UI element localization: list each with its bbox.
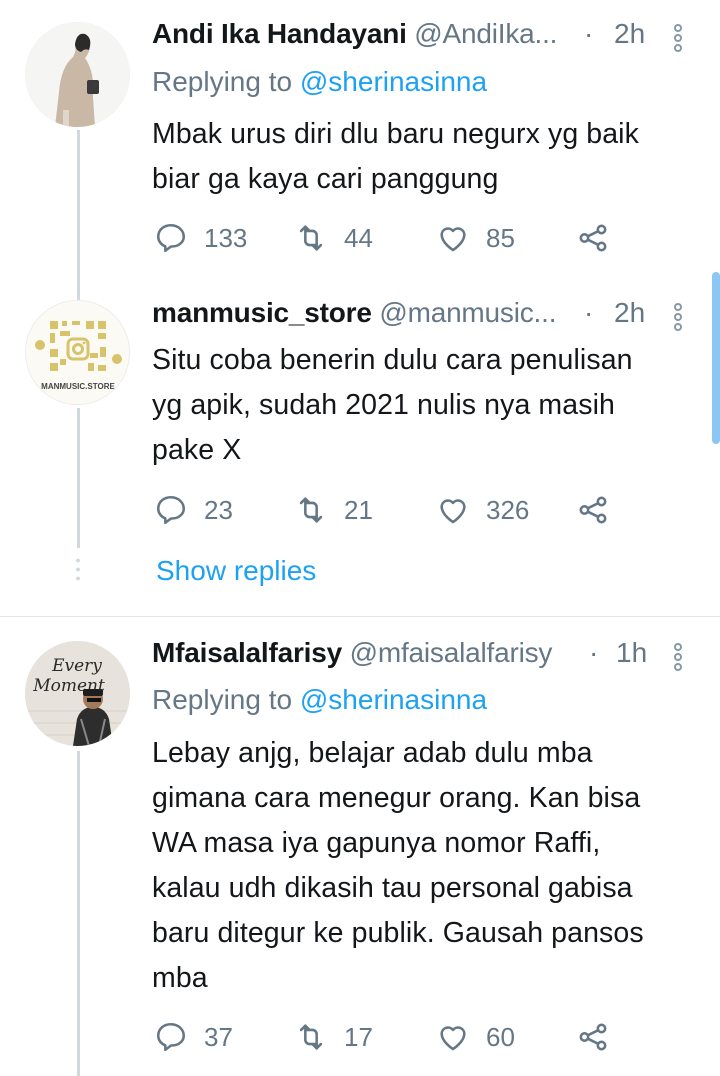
retweet-icon [299,1024,323,1050]
handle: @mfaisalalfarisy [349,637,553,668]
avatar[interactable] [25,22,130,127]
retweet-icon [299,497,323,523]
retweet-count: 44 [344,222,373,253]
like-button[interactable]: 60 [436,1017,515,1057]
scrollbar[interactable] [712,272,720,444]
thread-line [77,751,80,1076]
thread-line [77,130,80,272]
thread-line [77,272,80,300]
share-icon [579,224,607,252]
tweet-actions: 23 21 326 [152,490,652,530]
reply-count: 133 [204,222,248,253]
more-icon[interactable] [674,643,684,673]
tweet-actions: 133 44 85 [152,218,652,258]
reply-icon [156,1022,186,1052]
tweet-3[interactable]: Every Moment Mfaisalalfarisy @mfaisalalf… [0,617,720,1076]
reply-count: 23 [204,494,233,525]
retweet-count: 21 [344,494,373,525]
tweet-1[interactable]: Andi Ika Handayani @AndiIka... · 2h Repl… [0,0,720,272]
avatar-caption: Every [51,656,102,676]
handle: @manmusic... [379,297,557,328]
reply-button[interactable]: 23 [154,490,233,530]
retweet-button[interactable]: 17 [294,1017,373,1057]
tweet-header: manmusic_store @manmusic... · 2h [152,297,682,337]
like-count: 326 [486,494,530,525]
reply-icon [156,223,186,253]
show-replies-link[interactable]: Show replies [156,555,316,587]
timestamp[interactable]: 2h [614,297,645,329]
retweet-icon [299,225,323,251]
like-icon [440,1026,466,1051]
reply-count: 37 [204,1021,233,1052]
like-count: 85 [486,222,515,253]
like-button[interactable]: 326 [436,490,529,530]
retweet-button[interactable]: 21 [294,490,373,530]
more-icon[interactable] [674,303,684,333]
share-icon [579,1023,607,1051]
share-button[interactable] [576,218,610,258]
separator-dot: · [584,297,594,328]
tweet-text: Mbak urus diri dlu baru negurx yg baik b… [152,118,639,195]
like-icon [440,499,466,524]
avatar-caption: MANMUSIC.STORE [41,382,115,391]
reply-icon [156,495,186,525]
tweet-text: Lebay anjg, belajar adab dulu mba gimana… [152,737,644,994]
share-icon [579,496,607,524]
tweet-header: Mfaisalalfarisy @mfaisalalfarisy · 1h [152,637,682,677]
tweet-actions: 37 17 60 [152,1017,652,1057]
thread-line [77,408,80,548]
replying-to: Replying to @sherinasinna [152,684,488,715]
avatar[interactable]: Every Moment [25,641,130,746]
tweet-2[interactable]: MANMUSIC.STORE manmusic_store @manmusic.… [0,272,720,616]
display-name[interactable]: Mfaisalalfarisy @mfaisalalfarisy [152,637,552,669]
retweet-button[interactable]: 44 [294,218,373,258]
replying-to: Replying to @sherinasinna [152,66,488,97]
mention-link[interactable]: @sherinasinna [300,684,487,715]
reply-button[interactable]: 37 [154,1017,233,1057]
display-name[interactable]: manmusic_store @manmusic... [152,297,556,329]
more-icon[interactable] [674,24,684,54]
share-button[interactable] [576,490,610,530]
timestamp[interactable]: 1h [616,637,647,669]
more-replies-dots [76,556,80,584]
share-button[interactable] [576,1017,610,1057]
separator-dot: · [584,18,594,49]
tweet-text: Situ coba benerin dulu cara penulisan yg… [152,344,633,466]
mention-link[interactable]: @sherinasinna [300,66,487,97]
avatar[interactable]: MANMUSIC.STORE [25,300,130,405]
like-button[interactable]: 85 [436,218,515,258]
separator-dot: · [589,637,599,668]
handle: @AndiIka... [414,18,558,49]
retweet-count: 17 [344,1021,373,1052]
timestamp[interactable]: 2h [614,18,645,50]
like-icon [440,227,466,252]
tweet-header: Andi Ika Handayani @AndiIka... · 2h [152,18,682,58]
like-count: 60 [486,1021,515,1052]
reply-button[interactable]: 133 [154,218,247,258]
display-name[interactable]: Andi Ika Handayani @AndiIka... [152,18,557,50]
